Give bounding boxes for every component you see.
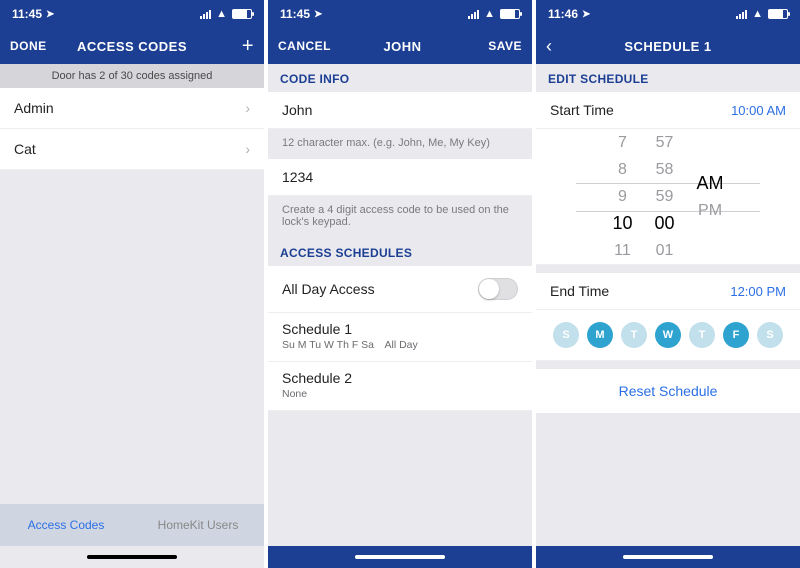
status-bar: 11:45 ➤ ▲ — [0, 0, 264, 28]
status-time-text: 11:45 — [12, 7, 42, 21]
schedule-detail: None — [282, 388, 518, 400]
location-icon: ➤ — [314, 9, 322, 20]
nav-title: SCHEDULE 1 — [594, 39, 742, 54]
status-indicators: ▲ — [468, 8, 520, 20]
nav-bar: ‹ SCHEDULE 1 — [536, 28, 800, 64]
tab-access-codes[interactable]: Access Codes — [0, 518, 132, 532]
chevron-right-icon: › — [245, 141, 250, 157]
battery-icon — [232, 9, 252, 19]
nav-bar: CANCEL JOHN SAVE — [268, 28, 532, 64]
code-field[interactable]: 1234 — [268, 159, 532, 196]
codes-list: Admin›Cat› — [0, 88, 264, 170]
cancel-button[interactable]: CANCEL — [278, 39, 331, 53]
location-icon: ➤ — [582, 9, 590, 20]
day-toggle[interactable]: W — [655, 322, 681, 348]
name-value: John — [282, 102, 518, 118]
picker-ampm[interactable]: AMPM — [697, 129, 724, 264]
cellular-icon — [200, 10, 211, 19]
code-hint: Create a 4 digit access code to be used … — [268, 196, 532, 238]
battery-icon — [768, 9, 788, 19]
end-time-value: 12:00 PM — [730, 284, 786, 299]
reset-schedule-button[interactable]: Reset Schedule — [536, 361, 800, 413]
codes-count-banner: Door has 2 of 30 codes assigned — [0, 64, 264, 88]
all-day-access-row[interactable]: All Day Access — [268, 266, 532, 313]
picker-minutes[interactable]: 5758590001 — [655, 129, 675, 264]
day-toggle[interactable]: S — [757, 322, 783, 348]
code-row[interactable]: Cat› — [0, 129, 264, 170]
bottom-tabs: Access Codes HomeKit Users — [0, 504, 264, 546]
tab-homekit-users[interactable]: HomeKit Users — [132, 518, 264, 532]
status-time: 11:46 ➤ — [548, 7, 590, 21]
status-indicators: ▲ — [736, 8, 788, 20]
status-time: 11:45 ➤ — [12, 7, 54, 21]
status-time-text: 11:46 — [548, 7, 578, 21]
picker-hours[interactable]: 7891011 — [612, 129, 632, 264]
schedule-row[interactable]: Schedule 1 Su M Tu W Th F Sa All Day — [268, 313, 532, 362]
add-code-button[interactable]: + — [206, 36, 254, 56]
nav-title: JOHN — [331, 39, 474, 54]
home-indicator[interactable] — [536, 546, 800, 568]
time-picker[interactable]: 7891011 5758590001 AMPM — [536, 129, 800, 265]
nav-title: ACCESS CODES — [58, 39, 206, 54]
name-field[interactable]: John — [268, 92, 532, 129]
start-time-row[interactable]: Start Time 10:00 AM — [536, 92, 800, 129]
day-selector: SMTWTFS — [536, 310, 800, 361]
nav-bar: DONE ACCESS CODES + — [0, 28, 264, 64]
status-indicators: ▲ — [200, 8, 252, 20]
code-row[interactable]: Admin› — [0, 88, 264, 129]
day-toggle[interactable]: T — [621, 322, 647, 348]
wifi-icon: ▲ — [216, 8, 227, 20]
status-time: 11:45 ➤ — [280, 7, 322, 21]
start-time-label: Start Time — [550, 102, 731, 118]
status-bar: 11:46 ➤ ▲ — [536, 0, 800, 28]
screen-access-codes: 11:45 ➤ ▲ DONE ACCESS CODES + Door has 2… — [0, 0, 264, 568]
day-toggle[interactable]: F — [723, 322, 749, 348]
code-name: Cat — [14, 141, 245, 157]
all-day-toggle[interactable] — [478, 278, 518, 300]
screen-edit-schedule: 11:46 ➤ ▲ ‹ SCHEDULE 1 EDIT SCHEDULE Sta… — [536, 0, 800, 568]
start-time-value: 10:00 AM — [731, 103, 786, 118]
code-value: 1234 — [282, 169, 518, 185]
status-time-text: 11:45 — [280, 7, 310, 21]
end-time-row[interactable]: End Time 12:00 PM — [536, 273, 800, 310]
wifi-icon: ▲ — [752, 8, 763, 20]
day-toggle[interactable]: T — [689, 322, 715, 348]
day-toggle[interactable]: S — [553, 322, 579, 348]
cellular-icon — [468, 10, 479, 19]
end-time-label: End Time — [550, 283, 730, 299]
all-day-label: All Day Access — [282, 281, 478, 297]
code-name: Admin — [14, 100, 245, 116]
cellular-icon — [736, 10, 747, 19]
schedule-row[interactable]: Schedule 2 None — [268, 362, 532, 411]
schedule-name: Schedule 1 — [282, 321, 518, 337]
done-button[interactable]: DONE — [10, 39, 58, 53]
back-button[interactable]: ‹ — [546, 36, 594, 57]
section-access-schedules: ACCESS SCHEDULES — [268, 238, 532, 266]
wifi-icon: ▲ — [484, 8, 495, 20]
save-button[interactable]: SAVE — [474, 39, 522, 53]
location-icon: ➤ — [46, 9, 54, 20]
schedule-list: Schedule 1Su M Tu W Th F Sa All DaySched… — [268, 313, 532, 411]
day-toggle[interactable]: M — [587, 322, 613, 348]
schedule-name: Schedule 2 — [282, 370, 518, 386]
status-bar: 11:45 ➤ ▲ — [268, 0, 532, 28]
schedule-detail: Su M Tu W Th F Sa All Day — [282, 339, 518, 351]
name-hint: 12 character max. (e.g. John, Me, My Key… — [268, 129, 532, 159]
section-edit-schedule: EDIT SCHEDULE — [536, 64, 800, 92]
screen-edit-code: 11:45 ➤ ▲ CANCEL JOHN SAVE CODE INFO Joh… — [268, 0, 532, 568]
chevron-right-icon: › — [245, 100, 250, 116]
home-indicator[interactable] — [268, 546, 532, 568]
section-code-info: CODE INFO — [268, 64, 532, 92]
battery-icon — [500, 9, 520, 19]
home-indicator[interactable] — [0, 546, 264, 568]
